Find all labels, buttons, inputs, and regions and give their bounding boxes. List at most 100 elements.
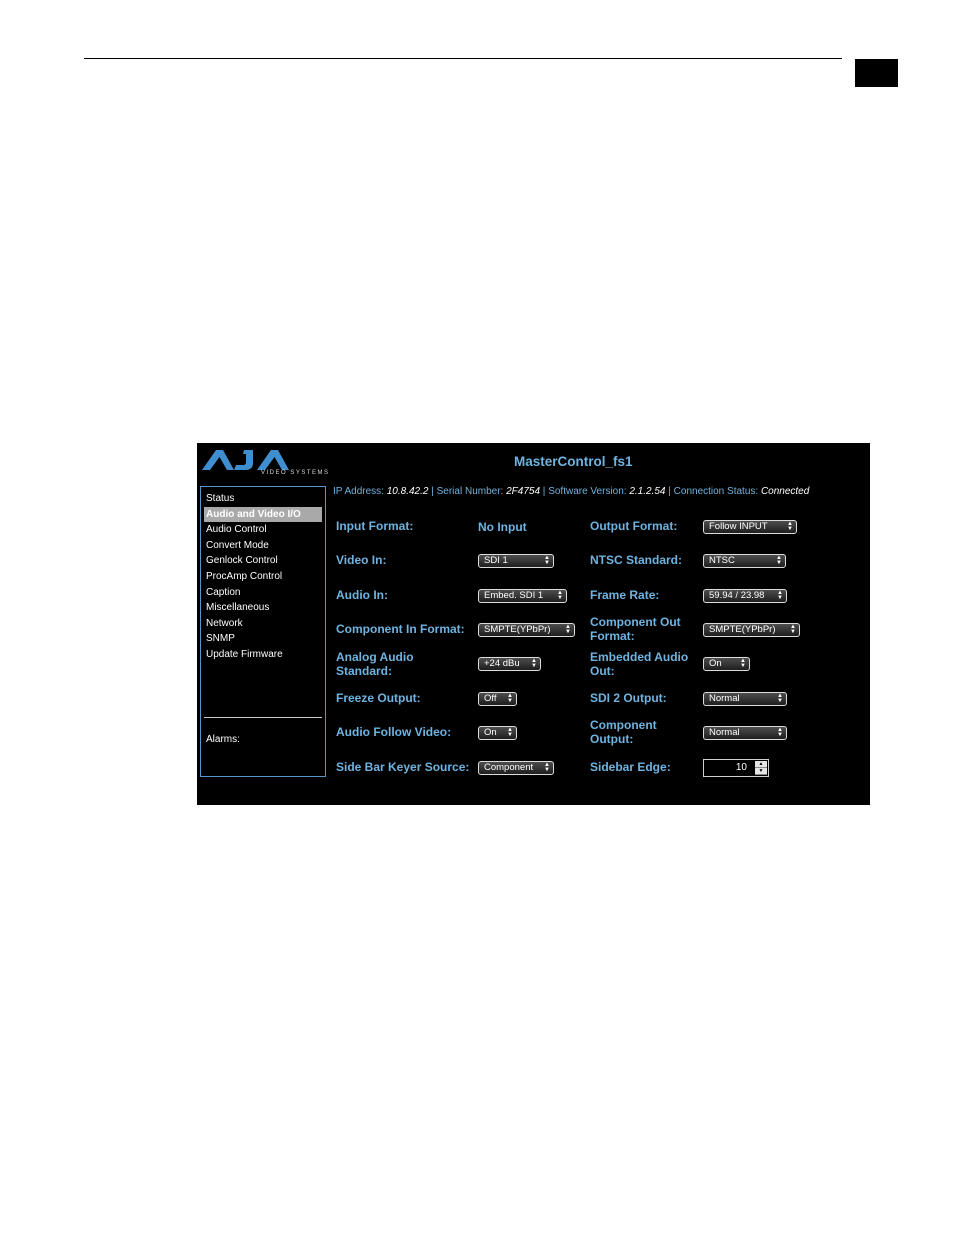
audio-in-select[interactable]: Embed. SDI 1 ▲ ▼ <box>478 589 567 603</box>
component-out-format-select[interactable]: SMPTE(YPbPr) ▲ ▼ <box>703 623 800 637</box>
component-in-format-select[interactable]: SMPTE(YPbPr) ▲ ▼ <box>478 623 575 637</box>
component-output-select[interactable]: Normal ▲ ▼ <box>703 726 787 740</box>
component-in-format-label: Component In Format: <box>336 622 465 636</box>
embedded-audio-out-select[interactable]: On ▲ ▼ <box>703 657 750 671</box>
embedded-audio-out-label: Embedded Audio Out: <box>590 650 689 678</box>
select-arrows-icon: ▲ ▼ <box>787 521 793 532</box>
freeze-output-select-value: Off <box>484 693 497 704</box>
audio-follow-video-select-value: On <box>484 727 497 738</box>
page-tab-marker <box>855 59 898 87</box>
ip-label: IP Address: <box>333 486 384 497</box>
sidebar-item-snmp[interactable]: SNMP <box>204 631 322 647</box>
component-output-label-line2: Output: <box>590 731 634 746</box>
video-in-select-value: SDI 1 <box>484 555 508 566</box>
alarms-label: Alarms: <box>206 734 240 745</box>
component-out-format-label-line1: Component Out <box>590 615 681 629</box>
app-title: MasterControl_fs1 <box>514 454 633 469</box>
select-arrows-icon: ▲ ▼ <box>507 693 513 704</box>
frame-rate-select[interactable]: 59.94 / 23.98 ▲ ▼ <box>703 589 787 603</box>
sidebar-item-status[interactable]: Status <box>204 491 322 507</box>
ntsc-standard-select-value: NTSC <box>709 555 735 566</box>
input-format-label: Input Format: <box>336 519 414 533</box>
software-version-label: Software Version: <box>548 486 627 497</box>
audio-follow-video-label: Audio Follow Video: <box>336 725 452 739</box>
sidebar-item-convert-mode[interactable]: Convert Mode <box>204 538 322 554</box>
select-arrows-icon: ▲ ▼ <box>740 658 746 669</box>
stepper-buttons: ▲ ▼ <box>755 761 767 775</box>
sidebar-item-caption[interactable]: Caption <box>204 585 322 601</box>
serial-value: 2F4754 <box>506 486 541 497</box>
audio-follow-video-select[interactable]: On ▲ ▼ <box>478 726 517 740</box>
software-version-value: 2.1.2.54 <box>629 486 666 497</box>
analog-audio-standard-select-value: +24 dBu <box>484 658 520 669</box>
embedded-audio-out-label-line2: Out: <box>590 663 615 678</box>
ip-value: 10.8.42.2 <box>386 486 429 497</box>
embedded-audio-out-select-value: On <box>709 658 722 669</box>
logo-subtitle: VIDEO SYSTEMS <box>261 470 330 476</box>
component-out-format-label: Component Out Format: <box>590 615 681 643</box>
select-arrows-icon: ▲ ▼ <box>776 555 782 566</box>
audio-in-select-value: Embed. SDI 1 <box>484 590 544 601</box>
mastercontrol-window: VIDEO SYSTEMS MasterControl_fs1 Status A… <box>197 443 870 805</box>
connection-status-label: Connection Status: <box>673 486 759 497</box>
input-format-value: No Input <box>478 520 527 534</box>
select-arrows-icon: ▲ ▼ <box>777 727 783 738</box>
output-format-select-value: Follow INPUT <box>709 521 768 532</box>
analog-audio-standard-label-line1: Analog Audio <box>336 650 414 664</box>
serial-label: Serial Number: <box>436 486 504 497</box>
embedded-audio-out-label-line1: Embedded Audio <box>590 650 689 664</box>
side-bar-keyer-source-label: Side Bar Keyer Source: <box>336 760 470 774</box>
freeze-output-label: Freeze Output: <box>336 691 421 705</box>
sdi2-output-select[interactable]: Normal ▲ ▼ <box>703 692 787 706</box>
output-format-label: Output Format: <box>590 519 678 533</box>
status-info-line: IP Address: 10.8.42.2 | Serial Number: 2… <box>333 486 810 497</box>
sdi2-output-label: SDI 2 Output: <box>590 691 667 705</box>
sidebar-item-miscellaneous[interactable]: Miscellaneous <box>204 600 322 616</box>
sidebar-edge-label: Sidebar Edge: <box>590 760 671 774</box>
connection-status-value: Connected <box>760 486 810 497</box>
sidebar-menu: Status Audio and Video I/O Audio Control… <box>204 491 322 663</box>
frame-rate-label: Frame Rate: <box>590 588 660 602</box>
ntsc-standard-select[interactable]: NTSC ▲ ▼ <box>703 554 786 568</box>
component-output-label: Component Output: <box>590 718 657 746</box>
component-output-label-line1: Component <box>590 718 657 732</box>
stepper-up-icon[interactable]: ▲ <box>755 761 767 768</box>
side-bar-keyer-source-select-value: Component <box>484 762 534 773</box>
sidebar-item-procamp-control[interactable]: ProcAmp Control <box>204 569 322 585</box>
component-output-select-value: Normal <box>709 727 740 738</box>
sidebar-item-network[interactable]: Network <box>204 616 322 632</box>
video-in-select[interactable]: SDI 1 ▲ ▼ <box>478 554 554 568</box>
select-arrows-icon: ▲ ▼ <box>790 624 796 635</box>
frame-rate-select-value: 59.94 / 23.98 <box>709 590 765 601</box>
select-arrows-icon: ▲ ▼ <box>557 590 563 601</box>
select-arrows-icon: ▲ ▼ <box>544 555 550 566</box>
analog-audio-standard-label-line2: Standard: <box>336 663 393 678</box>
select-arrows-icon: ▲ ▼ <box>544 762 550 773</box>
audio-in-label: Audio In: <box>336 588 388 602</box>
component-out-format-select-value: SMPTE(YPbPr) <box>709 624 776 635</box>
select-arrows-icon: ▲ ▼ <box>507 727 513 738</box>
freeze-output-select[interactable]: Off ▲ ▼ <box>478 692 517 706</box>
sdi2-output-select-value: Normal <box>709 693 740 704</box>
side-bar-keyer-source-select[interactable]: Component ▲ ▼ <box>478 761 554 775</box>
sidebar: Status Audio and Video I/O Audio Control… <box>200 486 326 777</box>
output-format-select[interactable]: Follow INPUT ▲ ▼ <box>703 520 797 534</box>
sidebar-item-genlock-control[interactable]: Genlock Control <box>204 553 322 569</box>
select-arrows-icon: ▲ ▼ <box>531 658 537 669</box>
ntsc-standard-label: NTSC Standard: <box>590 553 683 567</box>
sidebar-item-audio-control[interactable]: Audio Control <box>204 522 322 538</box>
page-header-rule <box>84 58 842 59</box>
sidebar-divider <box>204 717 322 718</box>
analog-audio-standard-select[interactable]: +24 dBu ▲ ▼ <box>478 657 541 671</box>
component-in-format-select-value: SMPTE(YPbPr) <box>484 624 551 635</box>
select-arrows-icon: ▲ ▼ <box>565 624 571 635</box>
select-arrows-icon: ▲ ▼ <box>777 693 783 704</box>
stepper-down-icon[interactable]: ▼ <box>755 768 767 775</box>
analog-audio-standard-label: Analog Audio Standard: <box>336 650 414 678</box>
sidebar-item-audio-video-io[interactable]: Audio and Video I/O <box>204 506 322 523</box>
sidebar-edge-stepper[interactable]: 10 ▲ ▼ <box>703 759 769 777</box>
component-out-format-label-line2: Format: <box>590 628 635 643</box>
sidebar-edge-value: 10 <box>735 762 747 773</box>
sidebar-item-update-firmware[interactable]: Update Firmware <box>204 647 322 663</box>
video-in-label: Video In: <box>336 553 387 567</box>
